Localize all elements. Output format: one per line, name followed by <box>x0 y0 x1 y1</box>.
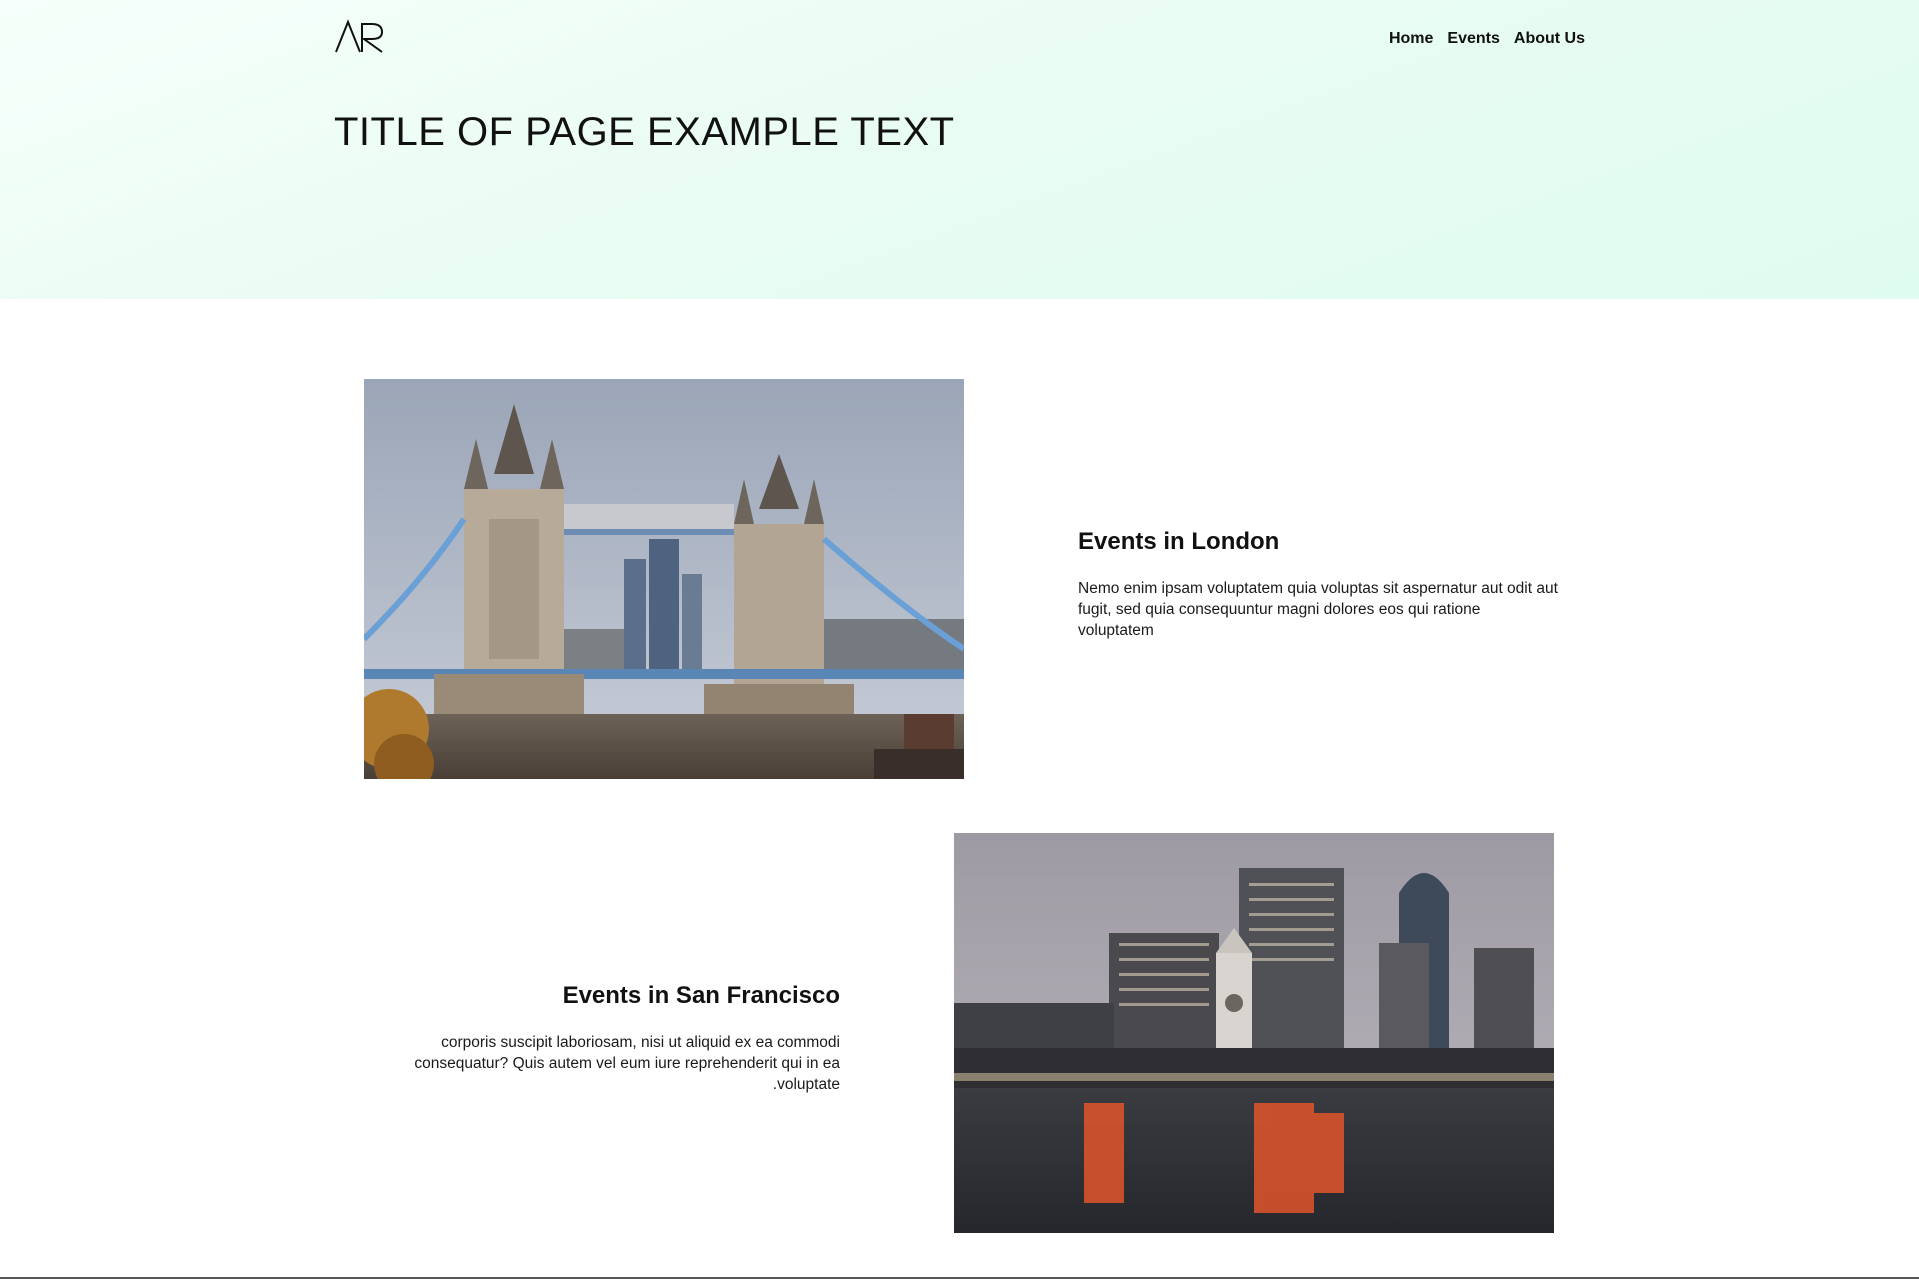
san-francisco-event-image <box>954 833 1554 1233</box>
page-title: TITLE OF PAGE EXAMPLE TEXT <box>334 110 955 154</box>
nav-about-us-link[interactable]: About Us <box>1514 30 1585 48</box>
london-event-title: Events in London <box>1078 528 1280 555</box>
logo-icon <box>335 19 384 53</box>
san-francisco-event-title: Events in San Francisco <box>562 982 840 1009</box>
london-event-description: Nemo enim ipsam voluptatem quia voluptas… <box>1078 580 1558 639</box>
nav-home-link[interactable]: Home <box>1389 30 1433 48</box>
san-francisco-event-description: corporis suscipit laboriosam, nisi ut al… <box>414 1034 840 1093</box>
logo[interactable] <box>334 18 388 56</box>
hero-header: Home Events About Us TITLE OF PAGE EXAMP… <box>0 0 1919 299</box>
london-event-image <box>364 379 964 779</box>
tower-bridge-photo <box>364 379 964 779</box>
nav-events-link[interactable]: Events <box>1447 30 1499 48</box>
main-nav: Home Events About Us <box>1389 30 1585 48</box>
san-francisco-event-card: Events in San Francisco corporis suscipi… <box>360 982 840 1095</box>
san-francisco-skyline-photo <box>954 833 1554 1233</box>
london-event-card: Events in London Nemo enim ipsam volupta… <box>1078 528 1558 641</box>
